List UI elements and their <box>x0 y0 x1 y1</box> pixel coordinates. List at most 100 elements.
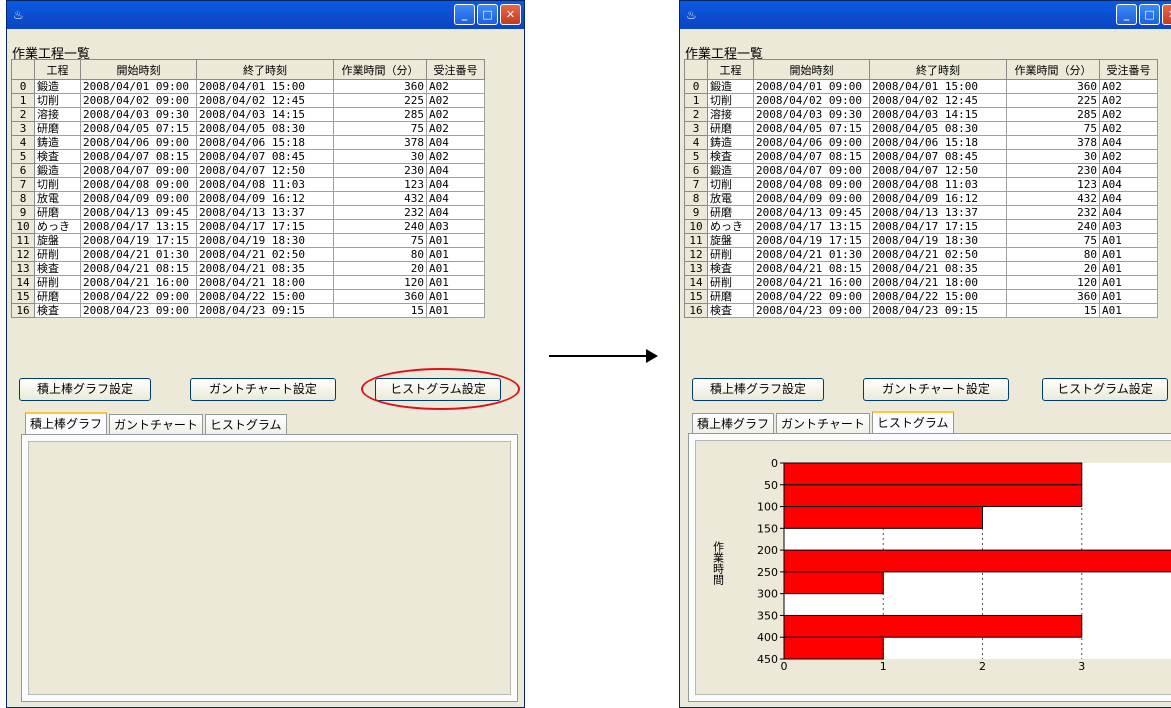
start-cell[interactable]: 2008/04/19 17:15 <box>80 233 197 248</box>
process-cell[interactable]: 研削 <box>707 247 754 262</box>
minutes-cell[interactable]: 225 <box>333 93 427 108</box>
table-row[interactable]: 2 溶接 2008/04/03 09:30 2008/04/03 14:15 285 A0… <box>684 107 1158 122</box>
col-start[interactable]: 開始時刻 <box>753 59 870 80</box>
row-index[interactable]: 13 <box>11 261 35 276</box>
maximize-icon[interactable]: □ <box>1139 4 1160 25</box>
minutes-cell[interactable]: 30 <box>1006 149 1100 164</box>
order-cell[interactable]: A04 <box>1099 191 1158 206</box>
end-cell[interactable]: 2008/04/21 18:00 <box>196 275 334 290</box>
col-end[interactable]: 終了時刻 <box>196 59 334 80</box>
col-minutes[interactable]: 作業時間（分） <box>1006 59 1100 80</box>
row-index[interactable]: 4 <box>11 135 35 150</box>
end-cell[interactable]: 2008/04/07 12:50 <box>869 163 1007 178</box>
start-cell[interactable]: 2008/04/17 13:15 <box>753 219 870 234</box>
start-cell[interactable]: 2008/04/08 09:00 <box>80 177 197 192</box>
start-cell[interactable]: 2008/04/05 07:15 <box>753 121 870 136</box>
row-index[interactable]: 3 <box>684 121 708 136</box>
end-cell[interactable]: 2008/04/17 17:15 <box>196 219 334 234</box>
row-index[interactable]: 14 <box>11 275 35 290</box>
end-cell[interactable]: 2008/04/17 17:15 <box>869 219 1007 234</box>
end-cell[interactable]: 2008/04/21 02:50 <box>196 247 334 262</box>
table-row[interactable]: 13 検査 2008/04/21 08:15 2008/04/21 08:35 20 A0… <box>11 261 485 276</box>
end-cell[interactable]: 2008/04/03 14:15 <box>869 107 1007 122</box>
start-cell[interactable]: 2008/04/02 09:00 <box>80 93 197 108</box>
row-index[interactable]: 0 <box>684 79 708 94</box>
order-cell[interactable]: A01 <box>1099 233 1158 248</box>
end-cell[interactable]: 2008/04/21 08:35 <box>869 261 1007 276</box>
minutes-cell[interactable]: 360 <box>333 79 427 94</box>
order-cell[interactable]: A02 <box>1099 149 1158 164</box>
process-cell[interactable]: 検査 <box>34 303 81 318</box>
minutes-cell[interactable]: 232 <box>333 205 427 220</box>
minutes-cell[interactable]: 123 <box>333 177 427 192</box>
minutes-cell[interactable]: 225 <box>1006 93 1100 108</box>
start-cell[interactable]: 2008/04/09 09:00 <box>80 191 197 206</box>
process-cell[interactable]: 放電 <box>707 191 754 206</box>
table-row[interactable]: 10 めっき 2008/04/17 13:15 2008/04/17 17:15 240… <box>11 219 485 234</box>
row-index[interactable]: 10 <box>11 219 35 234</box>
minimize-icon[interactable]: _ <box>1116 4 1137 25</box>
minutes-cell[interactable]: 30 <box>333 149 427 164</box>
order-cell[interactable]: A04 <box>426 191 485 206</box>
stacked-bar-settings-button[interactable]: 積上棒グラフ設定 <box>692 378 824 401</box>
order-cell[interactable]: A02 <box>1099 79 1158 94</box>
start-cell[interactable]: 2008/04/02 09:00 <box>753 93 870 108</box>
table-row[interactable]: 4 鋳造 2008/04/06 09:00 2008/04/06 15:18 378 A0… <box>684 135 1158 150</box>
process-cell[interactable]: 研磨 <box>707 205 754 220</box>
order-cell[interactable]: A01 <box>426 247 485 262</box>
end-cell[interactable]: 2008/04/22 15:00 <box>869 289 1007 304</box>
order-cell[interactable]: A01 <box>426 303 485 318</box>
end-cell[interactable]: 2008/04/05 08:30 <box>869 121 1007 136</box>
histogram-settings-button[interactable]: ヒストグラム設定 <box>1042 378 1168 401</box>
title-bar[interactable]: ♨ _ □ ✕ <box>680 1 1171 29</box>
end-cell[interactable]: 2008/04/22 15:00 <box>196 289 334 304</box>
table-row[interactable]: 15 研磨 2008/04/22 09:00 2008/04/22 15:00 360 A… <box>684 289 1158 304</box>
process-cell[interactable]: 研磨 <box>34 289 81 304</box>
process-cell[interactable]: 旋盤 <box>34 233 81 248</box>
order-cell[interactable]: A04 <box>1099 135 1158 150</box>
table-row[interactable]: 7 切削 2008/04/08 09:00 2008/04/08 11:03 123 A0… <box>684 177 1158 192</box>
end-cell[interactable]: 2008/04/01 15:00 <box>196 79 334 94</box>
order-cell[interactable]: A03 <box>426 219 485 234</box>
minutes-cell[interactable]: 75 <box>333 233 427 248</box>
end-cell[interactable]: 2008/04/07 08:45 <box>196 149 334 164</box>
table-row[interactable]: 15 研磨 2008/04/22 09:00 2008/04/22 15:00 360 A… <box>11 289 485 304</box>
minutes-cell[interactable]: 75 <box>1006 121 1100 136</box>
start-cell[interactable]: 2008/04/21 16:00 <box>80 275 197 290</box>
order-cell[interactable]: A04 <box>1099 177 1158 192</box>
start-cell[interactable]: 2008/04/07 09:00 <box>80 163 197 178</box>
tab-stacked-bar[interactable]: 積上棒グラフ <box>692 413 775 433</box>
row-index[interactable]: 6 <box>684 163 708 178</box>
table-row[interactable]: 5 検査 2008/04/07 08:15 2008/04/07 08:45 30 A02 <box>684 149 1158 164</box>
row-index[interactable]: 1 <box>11 93 35 108</box>
process-cell[interactable]: めっき <box>707 219 754 234</box>
order-cell[interactable]: A02 <box>426 107 485 122</box>
minutes-cell[interactable]: 75 <box>333 121 427 136</box>
start-cell[interactable]: 2008/04/21 16:00 <box>753 275 870 290</box>
start-cell[interactable]: 2008/04/22 09:00 <box>80 289 197 304</box>
row-index[interactable]: 15 <box>11 289 35 304</box>
end-cell[interactable]: 2008/04/13 13:37 <box>869 205 1007 220</box>
title-bar[interactable]: ♨ _ □ ✕ <box>7 1 524 29</box>
start-cell[interactable]: 2008/04/09 09:00 <box>753 191 870 206</box>
process-cell[interactable]: 検査 <box>707 303 754 318</box>
end-cell[interactable]: 2008/04/19 18:30 <box>196 233 334 248</box>
row-index[interactable]: 5 <box>684 149 708 164</box>
tab-histogram[interactable]: ヒストグラム <box>871 411 954 433</box>
table-row[interactable]: 2 溶接 2008/04/03 09:30 2008/04/03 14:15 285 A0… <box>11 107 485 122</box>
order-cell[interactable]: A01 <box>426 261 485 276</box>
row-index[interactable]: 2 <box>11 107 35 122</box>
process-cell[interactable]: 旋盤 <box>707 233 754 248</box>
minutes-cell[interactable]: 360 <box>1006 289 1100 304</box>
start-cell[interactable]: 2008/04/13 09:45 <box>753 205 870 220</box>
start-cell[interactable]: 2008/04/05 07:15 <box>80 121 197 136</box>
table-row[interactable]: 6 鍛造 2008/04/07 09:00 2008/04/07 12:50 230 A0… <box>11 163 485 178</box>
gantt-settings-button[interactable]: ガントチャート設定 <box>863 378 1009 401</box>
table-row[interactable]: 9 研磨 2008/04/13 09:45 2008/04/13 13:37 232 A0… <box>11 205 485 220</box>
minutes-cell[interactable]: 20 <box>1006 261 1100 276</box>
minutes-cell[interactable]: 20 <box>333 261 427 276</box>
table-row[interactable]: 1 切削 2008/04/02 09:00 2008/04/02 12:45 225 A0… <box>684 93 1158 108</box>
row-index[interactable]: 14 <box>684 275 708 290</box>
table-row[interactable]: 9 研磨 2008/04/13 09:45 2008/04/13 13:37 232 A0… <box>684 205 1158 220</box>
minutes-cell[interactable]: 360 <box>333 289 427 304</box>
